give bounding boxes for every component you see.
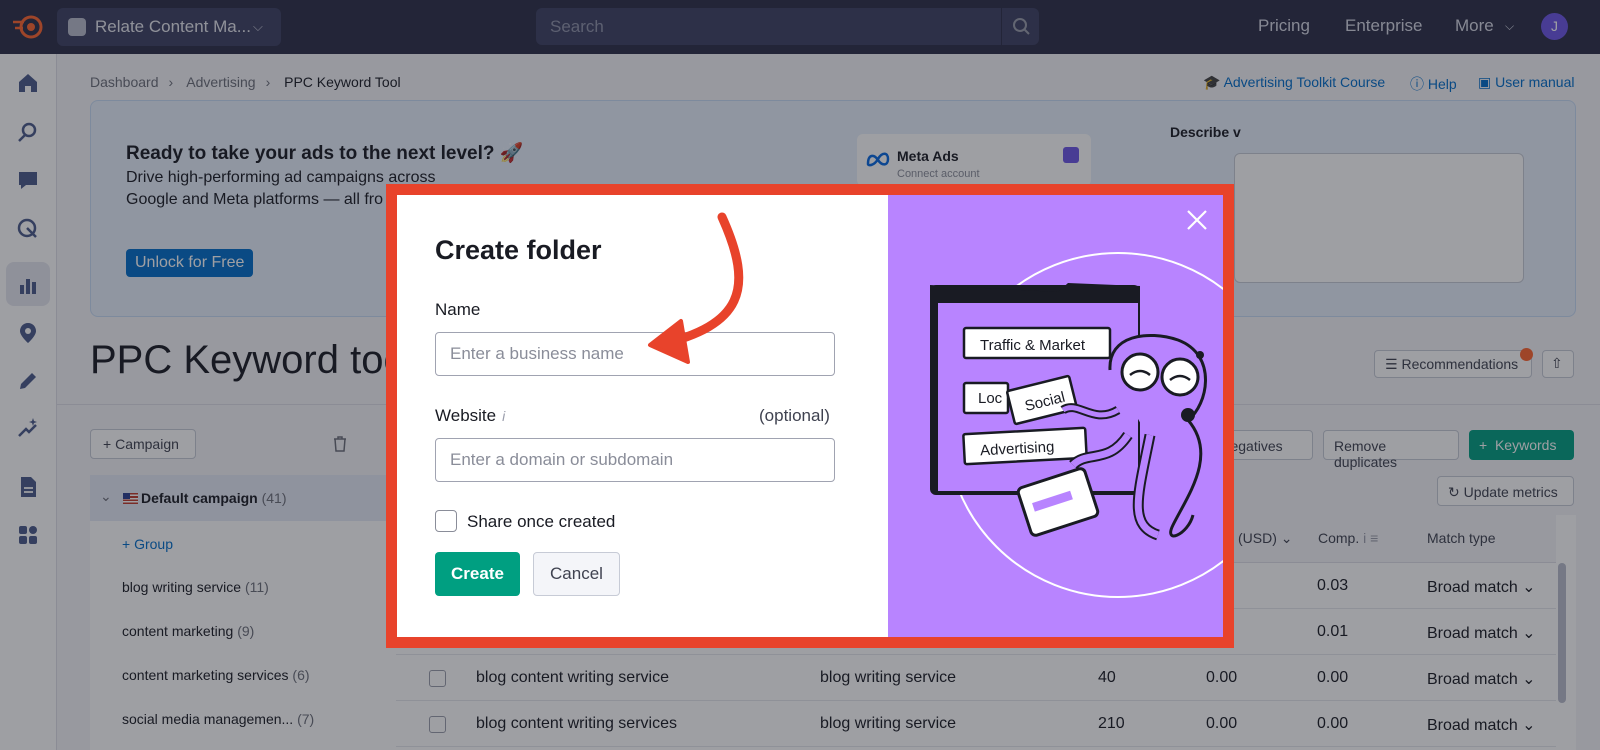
illustration-label: Traffic & Market bbox=[980, 337, 1086, 354]
modal-title: Create folder bbox=[435, 235, 602, 265]
create-button[interactable]: Create bbox=[435, 552, 520, 596]
optional-hint: (optional) bbox=[759, 406, 830, 425]
name-label: Name bbox=[435, 300, 481, 319]
create-folder-modal: Create folder Name Website i (optional) S… bbox=[386, 184, 1234, 648]
website-label: Website i bbox=[435, 406, 505, 426]
modal-form-panel: Create folder Name Website i (optional) S… bbox=[397, 195, 888, 637]
info-icon[interactable]: i bbox=[502, 408, 505, 424]
illustration-label: Loc bbox=[978, 390, 1003, 407]
website-domain-input[interactable] bbox=[435, 438, 835, 482]
modal-illustration-panel: Traffic & Market Loc Social Advertising bbox=[888, 195, 1223, 637]
website-label-text: Website bbox=[435, 406, 497, 425]
share-once-created-checkbox[interactable] bbox=[435, 510, 457, 532]
octopus-folder-illustration-icon: Traffic & Market Loc Social Advertising bbox=[930, 252, 1223, 598]
business-name-input[interactable] bbox=[435, 332, 835, 376]
close-icon[interactable] bbox=[1184, 207, 1210, 233]
share-once-created-label[interactable]: Share once created bbox=[467, 512, 615, 532]
cancel-button[interactable]: Cancel bbox=[533, 552, 620, 596]
